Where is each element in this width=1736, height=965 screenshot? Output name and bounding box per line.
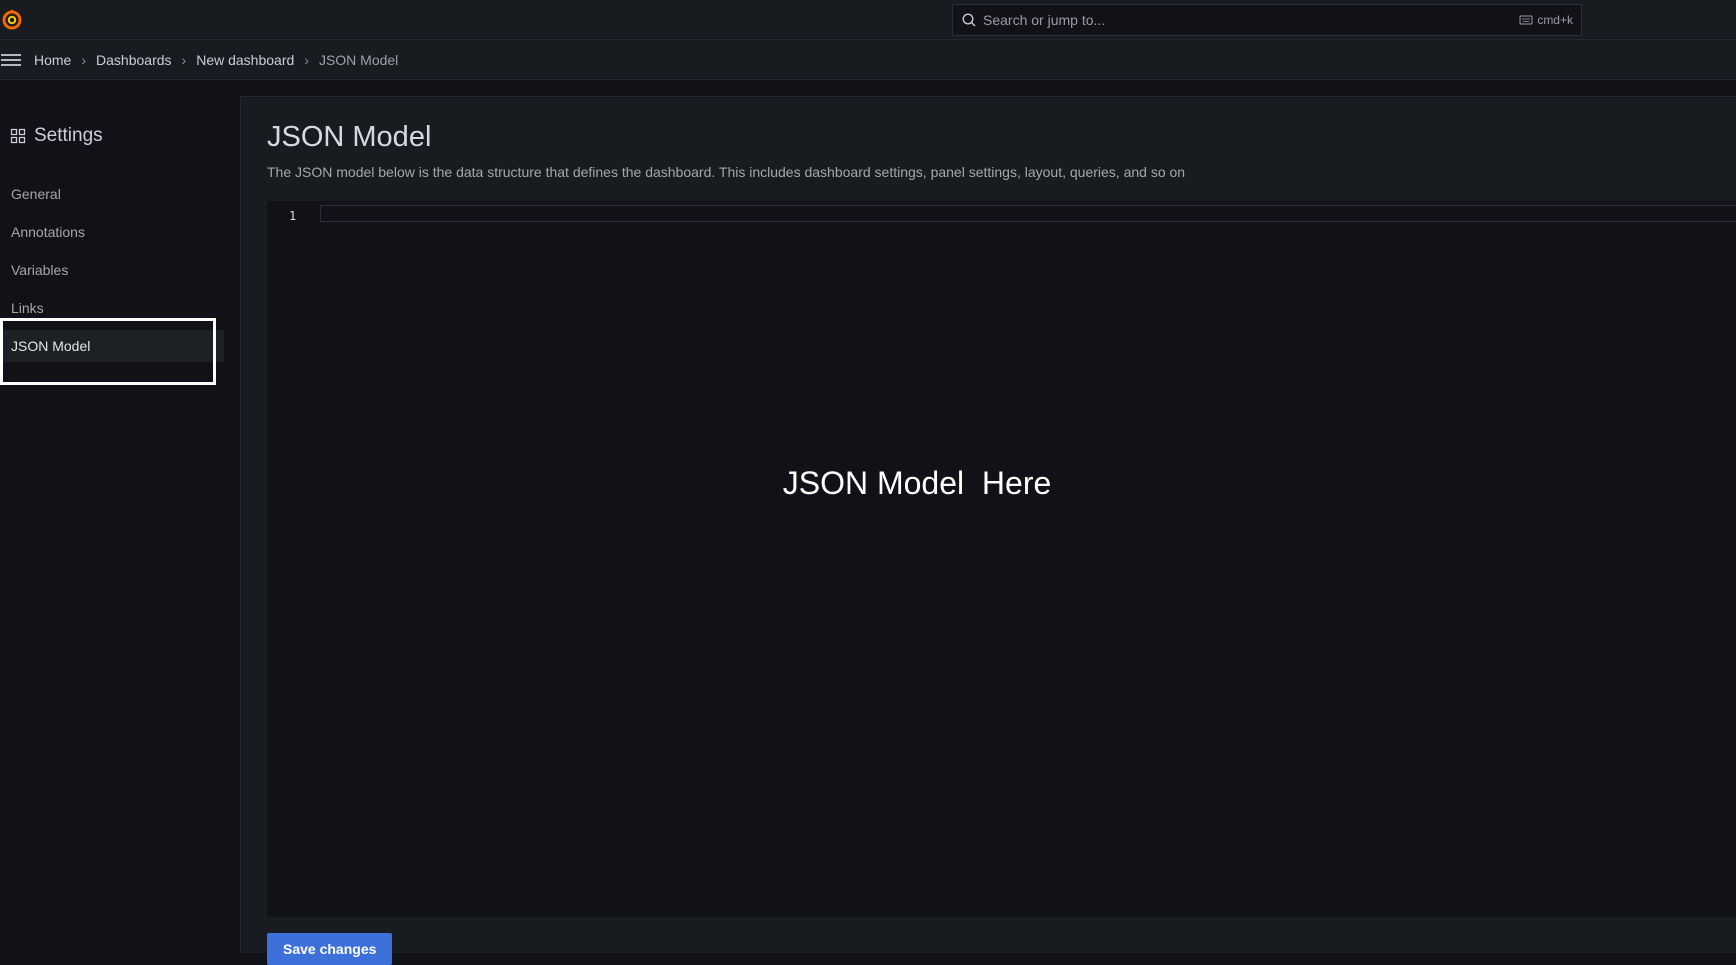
- sidebar-item-variables[interactable]: Variables: [0, 254, 224, 286]
- keyboard-icon: [1519, 15, 1533, 25]
- sidebar-item-general[interactable]: General: [0, 178, 224, 210]
- apps-icon: [10, 128, 26, 144]
- settings-sidebar: Settings General Annotations Variables L…: [0, 80, 240, 953]
- top-bar: Search or jump to... cmd+k: [0, 0, 1736, 40]
- line-number: 1: [289, 209, 297, 223]
- breadcrumb: Home › Dashboards › New dashboard › JSON…: [34, 52, 398, 68]
- search-placeholder: Search or jump to...: [983, 12, 1106, 28]
- settings-title: Settings: [34, 125, 103, 146]
- save-changes-button[interactable]: Save changes: [267, 933, 393, 965]
- hamburger-menu-icon[interactable]: [0, 49, 22, 71]
- breadcrumb-separator: ›: [304, 51, 309, 68]
- page-description: The JSON model below is the data structu…: [267, 164, 1186, 180]
- editor-placeholder: JSON Model Here: [782, 465, 1052, 501]
- search-bar[interactable]: Search or jump to... cmd+k: [952, 4, 1582, 36]
- sidebar-item-links[interactable]: Links: [0, 292, 224, 324]
- search-icon: [962, 13, 976, 27]
- breadcrumb-separator: ›: [181, 51, 187, 68]
- breadcrumb-json-model: JSON Model: [318, 51, 399, 68]
- current-line-highlight[interactable]: [320, 205, 1736, 222]
- shortcut-label: cmd+k: [1537, 13, 1573, 27]
- page-title: JSON Model: [267, 121, 432, 153]
- grafana-logo-icon[interactable]: [0, 8, 24, 32]
- sidebar-item-annotations[interactable]: Annotations: [0, 216, 224, 248]
- breadcrumb-new-dashboard[interactable]: New dashboard: [196, 52, 294, 68]
- breadcrumb-bar: Home › Dashboards › New dashboard › JSON…: [0, 40, 1736, 80]
- breadcrumb-dashboards[interactable]: Dashboards: [96, 52, 172, 68]
- main-panel: JSON Model The JSON model below is the d…: [240, 96, 1736, 965]
- settings-header: Settings: [10, 125, 103, 147]
- sidebar-item-json-model[interactable]: JSON Model: [0, 330, 224, 362]
- breadcrumb-separator: ›: [81, 51, 87, 68]
- json-editor[interactable]: 1 JSON Model Here: [267, 201, 1736, 917]
- keyboard-shortcut: cmd+k: [1519, 13, 1573, 27]
- breadcrumb-home[interactable]: Home: [34, 52, 71, 68]
